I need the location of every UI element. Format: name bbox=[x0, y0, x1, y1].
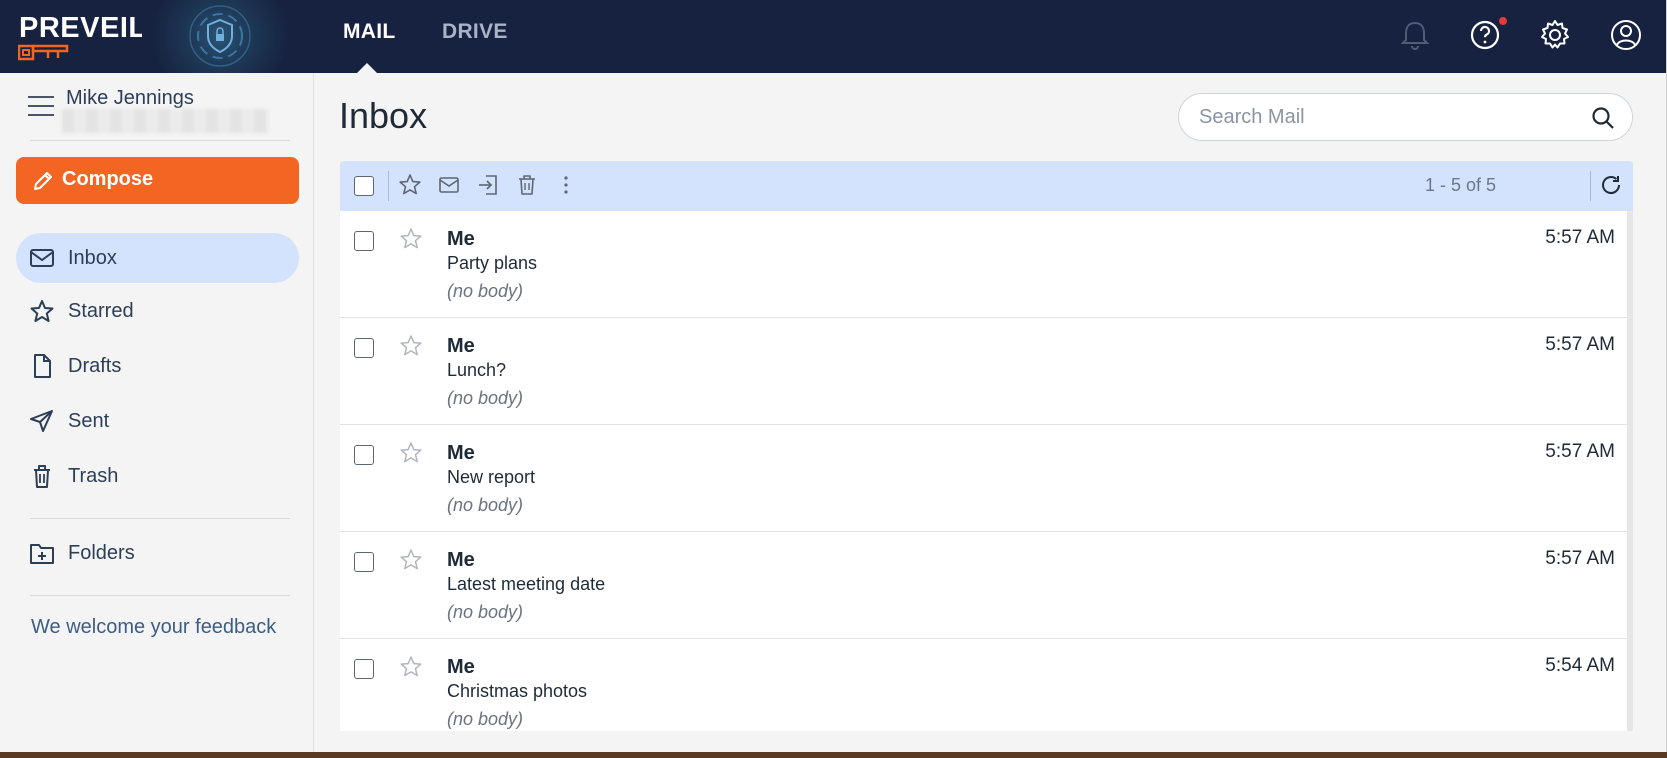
bell-icon[interactable] bbox=[1398, 18, 1432, 52]
pencil-icon bbox=[34, 172, 52, 190]
top-bar: PREVEIL MAIL DRIVE bbox=[0, 0, 1666, 73]
sidebar-item-folders[interactable]: Folders bbox=[16, 528, 299, 578]
sidebar: Mike Jennings Compose Inbox Starred Draf… bbox=[0, 73, 314, 752]
user-name: Mike Jennings bbox=[66, 87, 194, 109]
sidebar-divider bbox=[30, 518, 290, 519]
message-subject: Lunch? bbox=[447, 360, 507, 380]
feedback-link[interactable]: We welcome your feedback bbox=[31, 616, 276, 639]
brand-name: PREVEIL bbox=[19, 12, 147, 44]
refresh-icon[interactable] bbox=[1599, 173, 1623, 197]
message-time: 5:54 AM bbox=[1545, 655, 1615, 676]
toolbar-separator bbox=[1590, 171, 1591, 201]
shield-lock-icon bbox=[189, 5, 251, 67]
more-options-icon[interactable] bbox=[554, 173, 578, 197]
message-sender: Me bbox=[447, 228, 475, 250]
message-sender: Me bbox=[447, 335, 475, 357]
message-sender: Me bbox=[447, 656, 475, 678]
list-scrollbar[interactable] bbox=[1627, 211, 1633, 731]
active-tab-indicator bbox=[357, 63, 377, 73]
message-subject: New report bbox=[447, 467, 536, 487]
message-row[interactable]: Me Lunch? (no body) 5:57 AM bbox=[340, 318, 1627, 425]
message-row[interactable]: Me New report (no body) 5:57 AM bbox=[340, 425, 1627, 532]
sidebar-item-label: Starred bbox=[68, 300, 134, 322]
message-time: 5:57 AM bbox=[1545, 441, 1615, 462]
search-icon[interactable] bbox=[1591, 106, 1615, 130]
sidebar-item-label: Folders bbox=[68, 542, 135, 564]
sidebar-item-label: Sent bbox=[68, 410, 110, 432]
message-sender: Me bbox=[447, 549, 475, 571]
message-subject: Christmas photos bbox=[447, 681, 588, 701]
message-preview: (no body) bbox=[447, 281, 524, 301]
sidebar-item-label: Trash bbox=[68, 465, 119, 487]
star-toggle-icon[interactable] bbox=[399, 655, 423, 679]
notification-badge bbox=[1499, 17, 1507, 25]
tab-mail[interactable]: MAIL bbox=[343, 20, 396, 44]
add-folder-icon bbox=[30, 544, 54, 564]
sidebar-item-label: Inbox bbox=[68, 247, 117, 269]
star-icon bbox=[30, 300, 54, 322]
sidebar-item-sent[interactable]: Sent bbox=[16, 396, 299, 446]
delete-trash-icon[interactable] bbox=[515, 173, 539, 197]
sidebar-item-drafts[interactable]: Drafts bbox=[16, 341, 299, 391]
message-preview: (no body) bbox=[447, 602, 524, 622]
message-checkbox[interactable] bbox=[354, 552, 374, 572]
menu-toggle-icon[interactable] bbox=[28, 96, 54, 116]
message-sender: Me bbox=[447, 442, 475, 464]
main-content: Inbox Search Mail 1 - 5 of 5 Me Party pl… bbox=[315, 73, 1666, 752]
message-time: 5:57 AM bbox=[1545, 227, 1615, 248]
pagination-count: 1 - 5 of 5 bbox=[1425, 175, 1497, 195]
trash-icon bbox=[34, 465, 50, 488]
sidebar-item-trash[interactable]: Trash bbox=[16, 451, 299, 501]
message-time: 5:57 AM bbox=[1545, 334, 1615, 355]
message-subject: Latest meeting date bbox=[447, 574, 606, 594]
message-checkbox[interactable] bbox=[354, 445, 374, 465]
search-input[interactable] bbox=[1199, 104, 1579, 130]
preveil-logo[interactable]: PREVEIL bbox=[16, 10, 146, 62]
page-title: Inbox bbox=[339, 95, 428, 136]
star-toggle-icon[interactable] bbox=[399, 227, 423, 251]
compose-label: Compose bbox=[62, 168, 154, 190]
search-box bbox=[1178, 93, 1633, 141]
message-preview: (no body) bbox=[447, 388, 524, 408]
message-row[interactable]: Me Party plans (no body) 5:57 AM bbox=[340, 211, 1627, 318]
message-row[interactable]: Me Latest meeting date (no body) 5:57 AM bbox=[340, 532, 1627, 639]
draft-file-icon bbox=[34, 354, 51, 378]
message-time: 5:57 AM bbox=[1545, 548, 1615, 569]
tab-drive[interactable]: DRIVE bbox=[442, 20, 508, 44]
message-preview: (no body) bbox=[447, 709, 524, 729]
help-icon[interactable] bbox=[1468, 18, 1502, 52]
select-all-checkbox[interactable] bbox=[354, 176, 374, 196]
message-toolbar: 1 - 5 of 5 bbox=[340, 161, 1633, 211]
message-row[interactable]: Me Christmas photos (no body) 5:54 AM bbox=[340, 639, 1627, 731]
send-icon bbox=[30, 410, 53, 432]
sidebar-item-label: Drafts bbox=[68, 355, 122, 377]
star-action-icon[interactable] bbox=[398, 173, 422, 197]
move-to-icon[interactable] bbox=[476, 173, 500, 197]
shield-art bbox=[142, 0, 300, 73]
message-checkbox[interactable] bbox=[354, 231, 374, 251]
star-toggle-icon[interactable] bbox=[399, 548, 423, 572]
app-window: PREVEIL MAIL DRIVE Mike Jennings Compose… bbox=[0, 0, 1667, 752]
toolbar-separator bbox=[388, 171, 389, 201]
star-toggle-icon[interactable] bbox=[399, 334, 423, 358]
sidebar-divider bbox=[30, 595, 290, 596]
account-icon[interactable] bbox=[1609, 18, 1643, 52]
star-toggle-icon[interactable] bbox=[399, 441, 423, 465]
message-list: Me Party plans (no body) 5:57 AM Me Lunc… bbox=[340, 211, 1633, 731]
settings-gear-icon[interactable] bbox=[1538, 18, 1572, 52]
message-checkbox[interactable] bbox=[354, 659, 374, 679]
sidebar-item-inbox[interactable]: Inbox bbox=[16, 233, 299, 283]
sidebar-divider bbox=[30, 140, 290, 141]
key-logo-icon bbox=[18, 44, 69, 61]
mail-icon bbox=[30, 249, 54, 267]
message-subject: Party plans bbox=[447, 253, 538, 273]
sidebar-item-starred[interactable]: Starred bbox=[16, 286, 299, 336]
compose-button[interactable]: Compose bbox=[16, 157, 299, 204]
user-email-redacted bbox=[62, 109, 269, 133]
mark-read-mail-icon[interactable] bbox=[437, 173, 461, 197]
message-preview: (no body) bbox=[447, 495, 524, 515]
message-checkbox[interactable] bbox=[354, 338, 374, 358]
